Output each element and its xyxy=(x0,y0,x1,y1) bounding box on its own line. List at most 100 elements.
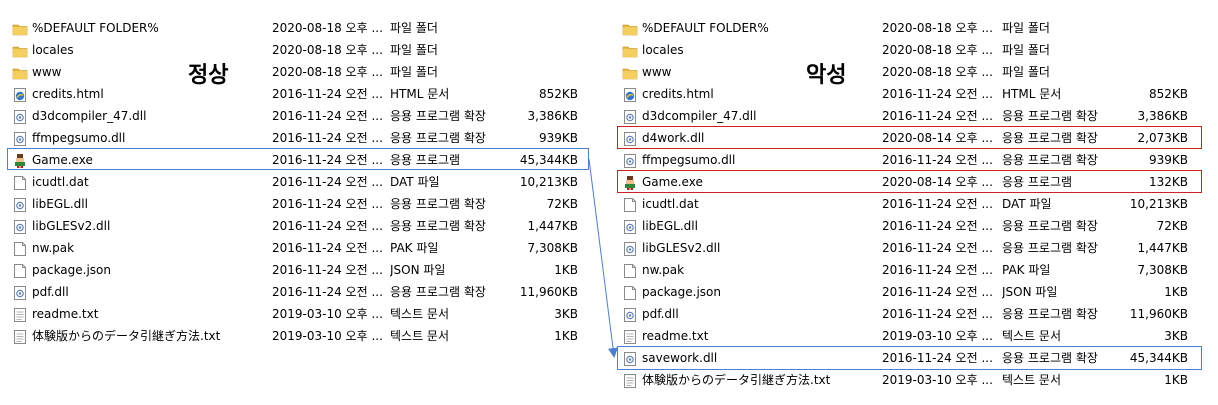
file-type: 텍스트 문서 xyxy=(1002,373,1062,387)
dll-icon xyxy=(622,131,638,147)
file-size: 1,447KB xyxy=(1137,241,1188,255)
file-date: 2016-11-24 오전 ... xyxy=(882,197,992,211)
file-row-locales[interactable]: locales 2020-08-18 오후 ... 파일 폴더 xyxy=(10,39,610,61)
file-date: 2020-08-14 오후 ... xyxy=(882,131,992,145)
file-name: Game.exe xyxy=(642,175,703,189)
file-row-nw-pak[interactable]: nw.pak 2016-11-24 오전 ... PAK 파일 7,308KB xyxy=(620,259,1218,281)
folder-icon xyxy=(12,43,28,59)
file-size: 45,344KB xyxy=(1129,351,1188,365)
file-date: 2020-08-18 오후 ... xyxy=(882,43,992,57)
file-icon xyxy=(12,241,28,257)
file-date: 2016-11-24 오전 ... xyxy=(272,109,382,123)
file-type: JSON 파일 xyxy=(390,263,446,277)
file-type: PAK 파일 xyxy=(1002,263,1051,277)
file-date: 2019-03-10 오후 ... xyxy=(272,307,382,321)
file-icon xyxy=(622,263,638,279)
file-row-package-json[interactable]: package.json 2016-11-24 오전 ... JSON 파일 1KB xyxy=(620,281,1218,303)
file-row-nw-pak[interactable]: nw.pak 2016-11-24 오전 ... PAK 파일 7,308KB xyxy=(10,237,610,259)
file-row-d3dcompiler-47-dll[interactable]: d3dcompiler_47.dll 2016-11-24 오전 ... 응용 프로… xyxy=(10,105,610,127)
file-size: 132KB xyxy=(1148,175,1188,189)
file-name: libGLESv2.dll xyxy=(642,241,721,255)
file-date: 2016-11-24 오전 ... xyxy=(272,219,382,233)
file-row-icudtl-dat[interactable]: icudtl.dat 2016-11-24 오전 ... DAT 파일 10,213K… xyxy=(10,171,610,193)
file-row-default-folder[interactable]: %DEFAULT FOLDER% 2020-08-18 오후 ... 파일 폴더 xyxy=(620,17,1218,39)
file-type: DAT 파일 xyxy=(1002,197,1052,211)
file-date: 2020-08-18 오후 ... xyxy=(882,21,992,35)
file-type: HTML 문서 xyxy=(1002,87,1062,101)
folder-icon xyxy=(622,43,638,59)
file-row-credits-html[interactable]: credits.html 2016-11-24 오전 ... HTML 문서 852K… xyxy=(10,83,610,105)
dll-icon xyxy=(12,109,28,125)
file-date: 2019-03-10 오후 ... xyxy=(882,329,992,343)
file-row-d3dcompiler-47-dll[interactable]: d3dcompiler_47.dll 2016-11-24 오전 ... 응용 프로… xyxy=(620,105,1218,127)
file-type: JSON 파일 xyxy=(1002,285,1058,299)
file-name: libEGL.dll xyxy=(642,219,698,233)
file-date: 2016-11-24 오전 ... xyxy=(882,153,992,167)
file-row-game-exe[interactable]: Game.exe 2016-11-24 오전 ... 응용 프로그램 45,344KB xyxy=(10,149,610,171)
file-row-libegl-dll[interactable]: libEGL.dll 2016-11-24 오전 ... 응용 프로그램 확장 72K… xyxy=(10,193,610,215)
file-row-credits-html[interactable]: credits.html 2016-11-24 오전 ... HTML 문서 852K… xyxy=(620,83,1218,105)
file-size: 7,308KB xyxy=(527,241,578,255)
file-name: ffmpegsumo.dll xyxy=(642,153,736,167)
file-row-libglesv2-dll[interactable]: libGLESv2.dll 2016-11-24 오전 ... 응용 프로그램 확장… xyxy=(10,215,610,237)
file-date: 2016-11-24 오전 ... xyxy=(272,197,382,211)
file-type: 응용 프로그램 확장 xyxy=(1002,153,1098,167)
file-name: readme.txt xyxy=(642,329,709,343)
file-row-savework-dll[interactable]: savework.dll 2016-11-24 오전 ... 응용 프로그램 확장 4… xyxy=(620,347,1218,369)
file-name: credits.html xyxy=(32,87,104,101)
file-type: 텍스트 문서 xyxy=(1002,329,1062,343)
file-row-pdf-dll[interactable]: pdf.dll 2016-11-24 오전 ... 응용 프로그램 확장 11,960… xyxy=(10,281,610,303)
file-size: 45,344KB xyxy=(519,153,578,167)
file-type: 파일 폴더 xyxy=(390,21,438,35)
file-size: 1KB xyxy=(554,329,578,343)
file-row-default-folder[interactable]: %DEFAULT FOLDER% 2020-08-18 오후 ... 파일 폴더 xyxy=(10,17,610,39)
file-name: credits.html xyxy=(642,87,714,101)
file-date: 2016-11-24 오전 ... xyxy=(882,307,992,321)
file-size: 939KB xyxy=(538,131,578,145)
dll-icon xyxy=(622,307,638,323)
file-type: 응용 프로그램 확장 xyxy=(1002,241,1098,255)
file-date: 2016-11-24 오전 ... xyxy=(272,153,382,167)
file-date: 2016-11-24 오전 ... xyxy=(272,131,382,145)
file-size: 11,960KB xyxy=(519,285,578,299)
file-row-readme-txt[interactable]: readme.txt 2019-03-10 오후 ... 텍스트 문서 3KB xyxy=(620,325,1218,347)
file-date: 2020-08-18 오후 ... xyxy=(272,21,382,35)
file-row-libegl-dll[interactable]: libEGL.dll 2016-11-24 오전 ... 응용 프로그램 확장 72K… xyxy=(620,215,1218,237)
file-name: pdf.dll xyxy=(32,285,69,299)
file-row-txt[interactable]: 体験版からのデータ引継ぎ方法.txt 2019-03-10 오후 ... 텍스트 문… xyxy=(10,325,610,347)
file-row-readme-txt[interactable]: readme.txt 2019-03-10 오후 ... 텍스트 문서 3KB xyxy=(10,303,610,325)
file-row-libglesv2-dll[interactable]: libGLESv2.dll 2016-11-24 오전 ... 응용 프로그램 확장… xyxy=(620,237,1218,259)
file-size: 3,386KB xyxy=(1137,109,1188,123)
file-row-www[interactable]: www 2020-08-18 오후 ... 파일 폴더 xyxy=(10,61,610,83)
file-row-game-exe[interactable]: Game.exe 2020-08-14 오후 ... 응용 프로그램 132KB xyxy=(620,171,1218,193)
file-date: 2016-11-24 오전 ... xyxy=(882,351,992,365)
file-row-locales[interactable]: locales 2020-08-18 오후 ... 파일 폴더 xyxy=(620,39,1218,61)
file-icon xyxy=(12,175,28,191)
file-row-d4work-dll[interactable]: d4work.dll 2020-08-14 오후 ... 응용 프로그램 확장 2,0… xyxy=(620,127,1218,149)
file-date: 2016-11-24 오전 ... xyxy=(272,241,382,255)
file-row-package-json[interactable]: package.json 2016-11-24 오전 ... JSON 파일 1KB xyxy=(10,259,610,281)
file-row-pdf-dll[interactable]: pdf.dll 2016-11-24 오전 ... 응용 프로그램 확장 11,960… xyxy=(620,303,1218,325)
file-type: 응용 프로그램 확장 xyxy=(390,285,486,299)
file-type: 응용 프로그램 확장 xyxy=(1002,219,1098,233)
file-row-icudtl-dat[interactable]: icudtl.dat 2016-11-24 오전 ... DAT 파일 10,213K… xyxy=(620,193,1218,215)
dll-icon xyxy=(622,109,638,125)
file-name: icudtl.dat xyxy=(642,197,699,211)
file-date: 2016-11-24 오전 ... xyxy=(272,263,382,277)
file-date: 2016-11-24 오전 ... xyxy=(882,219,992,233)
folder-icon xyxy=(12,21,28,37)
file-date: 2016-11-24 오전 ... xyxy=(272,87,382,101)
file-row-www[interactable]: www 2020-08-18 오후 ... 파일 폴더 xyxy=(620,61,1218,83)
file-name: www xyxy=(642,65,672,79)
file-row-ffmpegsumo-dll[interactable]: ffmpegsumo.dll 2016-11-24 오전 ... 응용 프로그램 확… xyxy=(10,127,610,149)
file-type: 응용 프로그램 xyxy=(390,153,461,167)
file-row-txt[interactable]: 体験版からのデータ引継ぎ方法.txt 2019-03-10 오후 ... 텍스트 문… xyxy=(620,369,1218,391)
exe-icon xyxy=(622,175,638,191)
text-icon xyxy=(622,329,638,345)
file-name: locales xyxy=(642,43,684,57)
file-type: 응용 프로그램 확장 xyxy=(390,109,486,123)
file-icon xyxy=(622,285,638,301)
file-size: 72KB xyxy=(1156,219,1188,233)
file-row-ffmpegsumo-dll[interactable]: ffmpegsumo.dll 2016-11-24 오전 ... 응용 프로그램 확… xyxy=(620,149,1218,171)
file-name: Game.exe xyxy=(32,153,93,167)
